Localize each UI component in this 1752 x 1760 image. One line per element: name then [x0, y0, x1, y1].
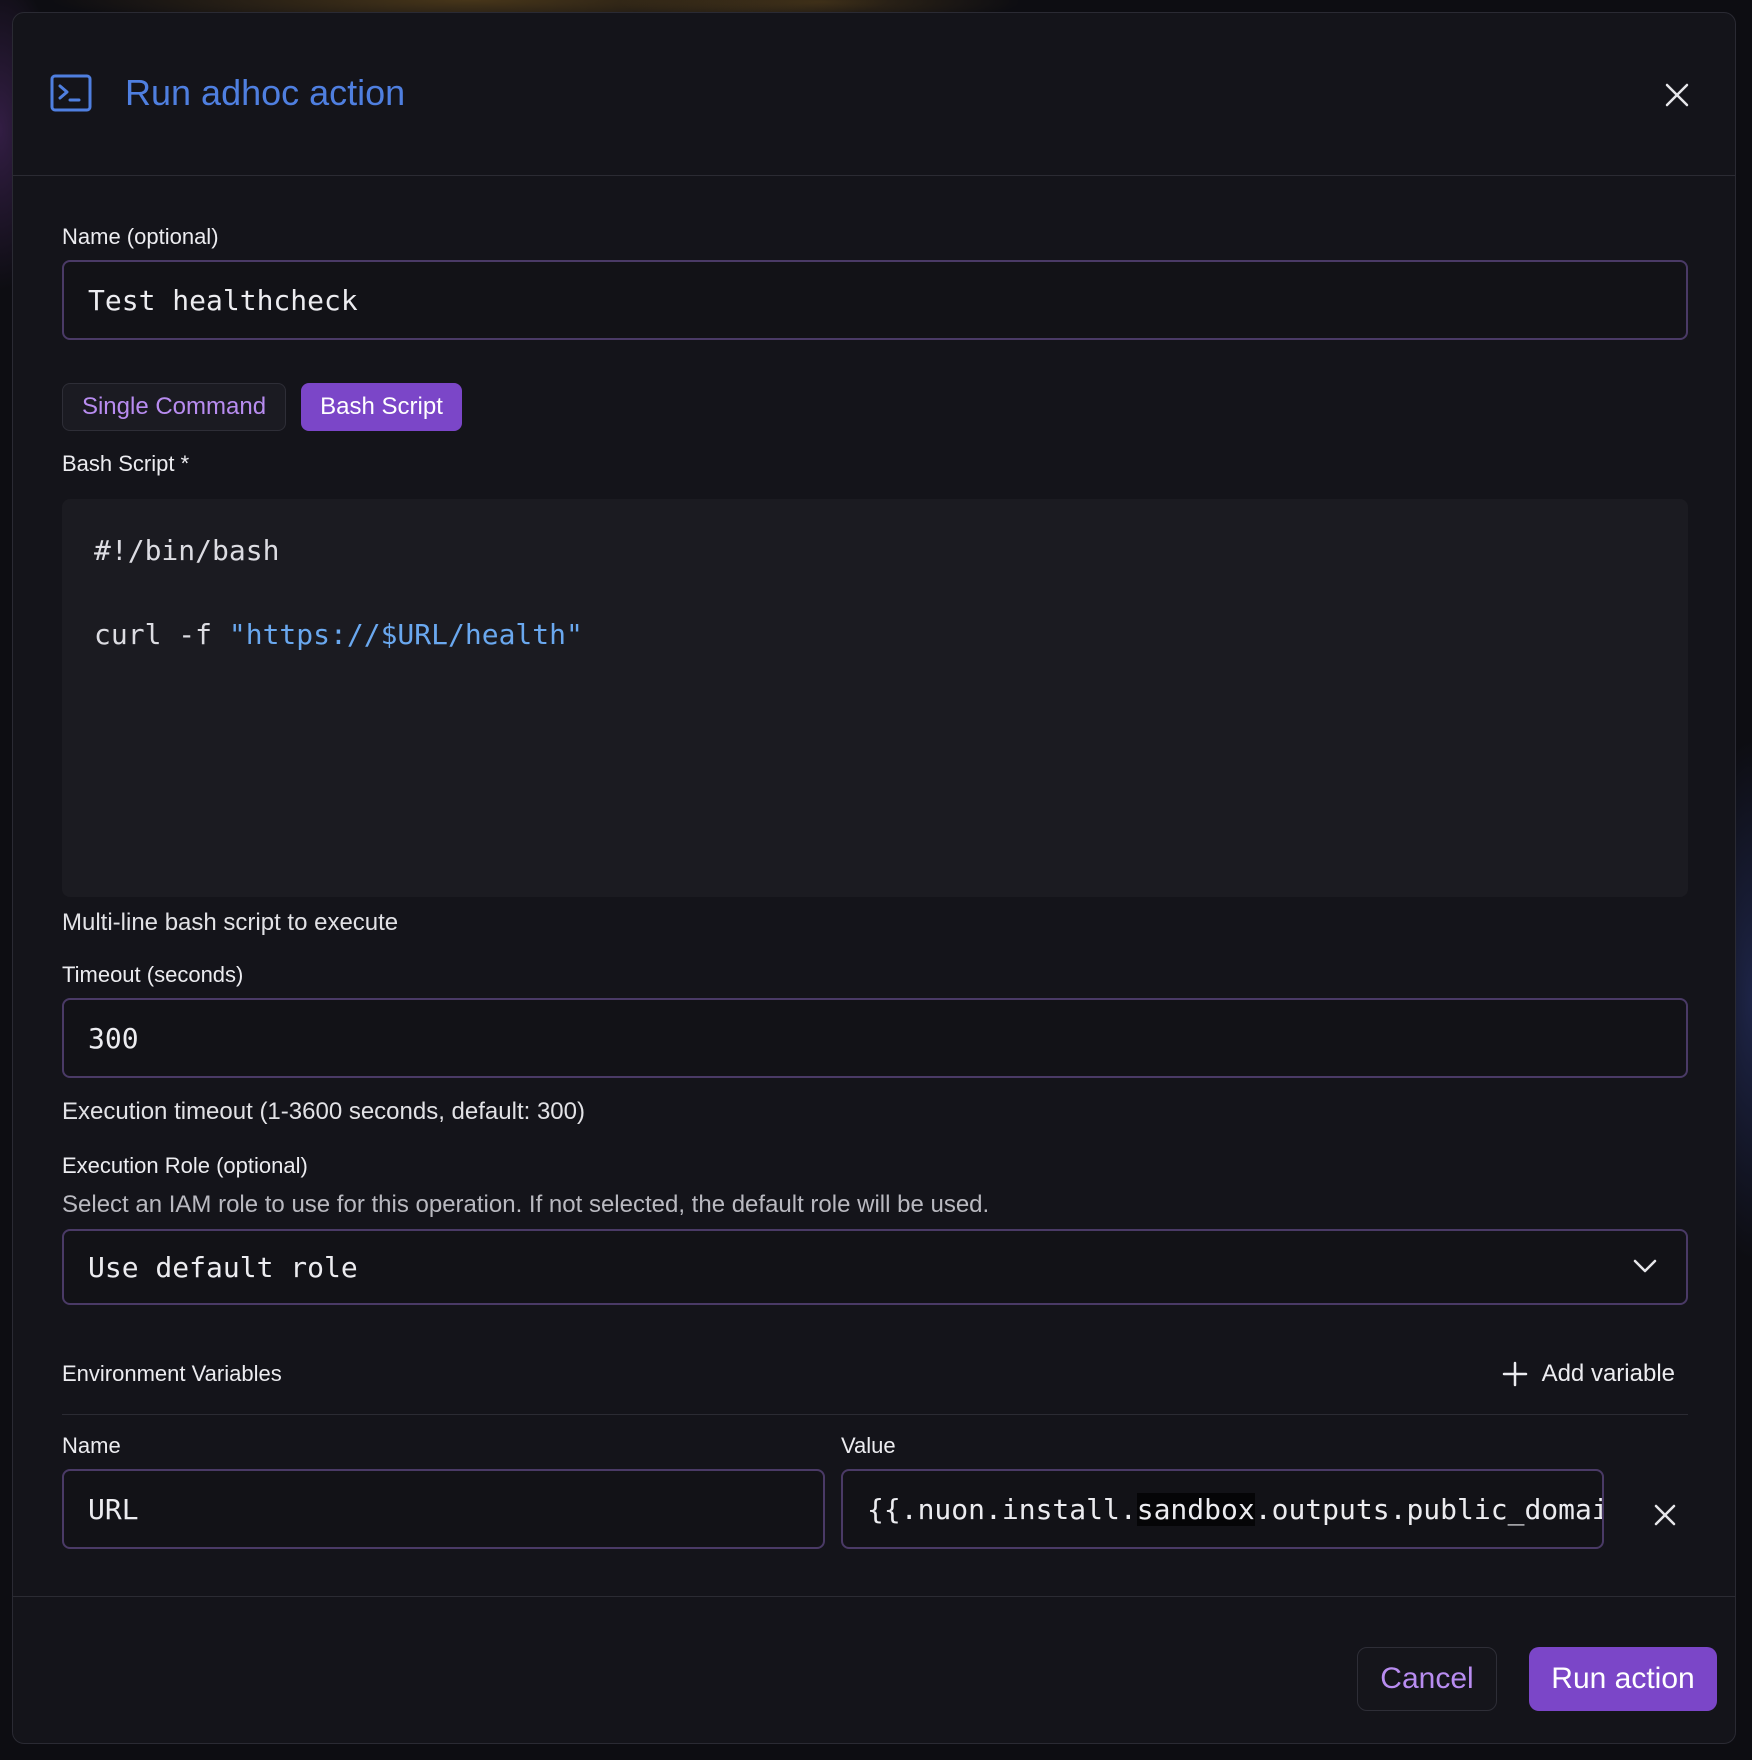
bash-script-editor[interactable]: #!/bin/bash curl -f "https://$URL/health…: [62, 499, 1688, 897]
code-line-command: curl -f "https://$URL/health": [94, 617, 583, 653]
name-input[interactable]: Test healthcheck: [62, 260, 1688, 340]
run-action-button[interactable]: Run action: [1529, 1647, 1717, 1711]
plus-icon: [1502, 1361, 1527, 1387]
add-variable-button[interactable]: Add variable: [1502, 1357, 1675, 1391]
env-var-value-input[interactable]: {{.nuon.install. sandbox .outputs.public_d…: [841, 1469, 1604, 1549]
timeout-input[interactable]: 300: [62, 998, 1688, 1078]
timeout-helper: Execution timeout (1-3600 seconds, defau…: [62, 1098, 585, 1125]
execution-role-select[interactable]: Use default role: [62, 1229, 1688, 1305]
single-command-toggle[interactable]: Single Command: [62, 383, 286, 431]
env-var-name-input[interactable]: URL: [62, 1469, 825, 1549]
execution-role-description: Select an IAM role to use for this opera…: [62, 1191, 990, 1218]
remove-variable-icon[interactable]: [1651, 1501, 1679, 1529]
execution-role-label: Execution Role (optional): [62, 1153, 308, 1178]
env-vars-divider: [62, 1414, 1688, 1415]
code-line-shebang: #!/bin/bash: [94, 534, 280, 567]
bash-script-helper: Multi-line bash script to execute: [62, 909, 399, 936]
terminal-icon: [50, 74, 92, 112]
cancel-button[interactable]: Cancel: [1357, 1647, 1497, 1711]
bash-script-toggle[interactable]: Bash Script: [301, 383, 462, 431]
run-adhoc-action-dialog: Run adhoc action Name (optional) Test he…: [12, 12, 1736, 1744]
close-icon[interactable]: [1663, 81, 1691, 109]
env-value-suffix: .outputs.public_domain: [1254, 1492, 1604, 1526]
footer-divider: [13, 1596, 1735, 1597]
env-value-highlight: sandbox: [1136, 1492, 1255, 1526]
dialog-title: Run adhoc action: [125, 72, 406, 113]
env-value-prefix: {{.nuon.install.: [867, 1492, 1137, 1526]
env-value-header: Value: [841, 1433, 896, 1458]
name-field-label: Name (optional): [62, 224, 219, 249]
timeout-label: Timeout (seconds): [62, 962, 244, 987]
env-vars-title: Environment Variables: [62, 1361, 282, 1386]
dialog-header: Run adhoc action: [13, 13, 1735, 176]
env-name-header: Name: [62, 1433, 121, 1458]
chevron-down-icon: [1633, 1259, 1657, 1273]
execution-role-selected: Use default role: [88, 1250, 358, 1284]
bash-script-label: Bash Script *: [62, 451, 190, 476]
add-variable-label: Add variable: [1541, 1360, 1675, 1387]
code-string-url: "https://$URL/health": [228, 618, 583, 651]
code-command: curl -f: [94, 618, 229, 651]
